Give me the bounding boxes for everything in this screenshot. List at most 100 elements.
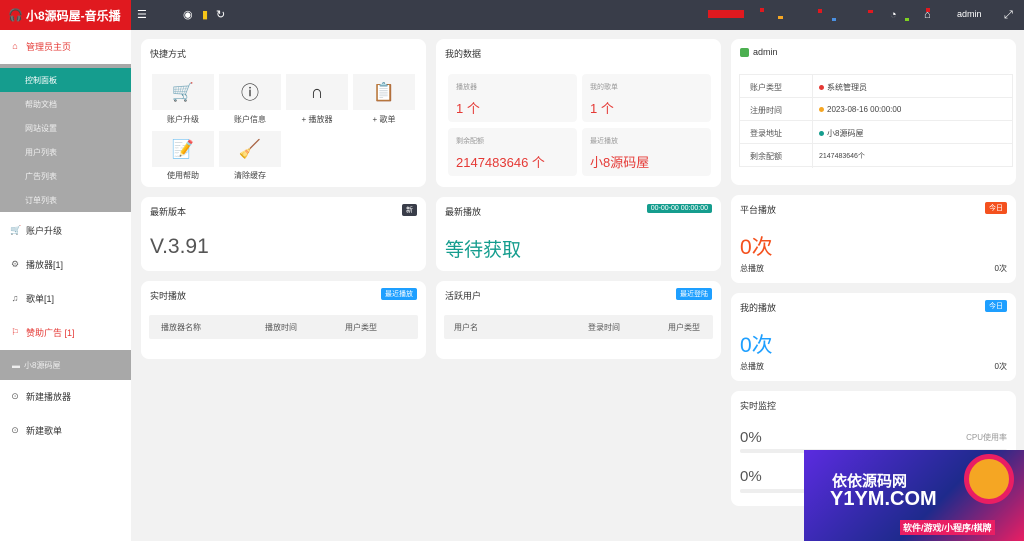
light-icon: ▮: [202, 9, 209, 21]
data-box-recent[interactable]: 最近播放 小8源码屋: [582, 128, 711, 176]
data-box-quota[interactable]: 剩余配额 2147483646 个: [448, 128, 577, 176]
latest-play-card: 最新播放 00-00-00 00:00:00 等待获取: [436, 197, 721, 271]
sidebar-sub-help[interactable]: 帮助文档: [0, 92, 131, 116]
app-logo[interactable]: 🎧 小8源码屋-音乐播: [0, 0, 131, 30]
profile-value: 小8源码屋: [812, 121, 1014, 145]
sidebar-item-upgrade[interactable]: 🛒 账户升级: [0, 218, 131, 242]
refresh-icon[interactable]: ↻: [216, 8, 225, 22]
sidebar-item-sponsor-ads[interactable]: ⚐ 赞助广告 [1]: [0, 320, 131, 344]
my-play-value: 0次: [740, 334, 773, 357]
circle-plus-icon: ⊙: [11, 390, 19, 401]
sidebar-sub-users[interactable]: 用户列表: [0, 140, 131, 164]
profile-row: 账户类型 系统管理员: [739, 74, 1013, 99]
sidebar-sub-dashboard[interactable]: 控制面板: [0, 68, 131, 92]
total-label: 总播放: [740, 264, 764, 273]
quick-label: 清除缓存: [234, 171, 266, 180]
top-bar: 🎧 小8源码屋-音乐播 ☰ ◉ ▮ ↻ ◔ ⌂ admin ⤢: [0, 0, 1024, 30]
table-header: 播放器名称 播放时间 用户类型: [149, 315, 418, 339]
broom-icon: 🧹: [238, 138, 262, 159]
sidebar-item-label: 账户升级: [26, 225, 63, 236]
col-header: 用户类型: [345, 323, 377, 332]
recent-play-badge[interactable]: 最近播放: [381, 288, 417, 300]
quick-add-player-button[interactable]: ∩: [286, 74, 348, 110]
quick-access-card: 快捷方式 🛒 账户升级 ⓘ 账户信息 ∩ + 播放器 📋 + 歌单 📝 使用帮助…: [141, 39, 426, 187]
cart-icon: 🛒: [171, 81, 195, 102]
magnifier-icon: [964, 454, 1014, 504]
data-box-players[interactable]: 播放器 1 个: [448, 74, 577, 122]
col-header: 用户类型: [668, 323, 700, 332]
fullscreen-icon[interactable]: ⤢: [1004, 8, 1013, 22]
card-title: 实时监控: [740, 401, 777, 411]
sidebar-item-label: 新建歌单: [26, 425, 63, 436]
sidebar-item-label: 播放器[1]: [26, 259, 64, 270]
my-play-card: 我的播放 今日 0次 总播放 0次: [731, 293, 1016, 381]
sidebar-item-new-playlist[interactable]: ⊙ 新建歌单: [0, 418, 131, 442]
data-value: 1 个: [590, 101, 614, 116]
profile-value-text: 2023-08-16 00:00:00: [827, 105, 902, 114]
status-dot: [819, 85, 824, 91]
sidebar-sub-orders[interactable]: 订单列表: [0, 188, 131, 212]
total-value: 0次: [994, 264, 1007, 273]
data-box-playlists[interactable]: 我的歌单 1 个: [582, 74, 711, 122]
dashboard-icon[interactable]: ◔: [890, 8, 897, 22]
sidebar-item-admin-home[interactable]: ⌂ 管理员主页: [0, 34, 131, 58]
info-icon: ⓘ: [241, 83, 259, 103]
confetti-decoration: [708, 8, 930, 21]
sidebar-item-label: 歌单[1]: [26, 293, 55, 304]
app-title: 小8源码屋-音乐播: [25, 8, 121, 23]
col-header: 播放器名称: [161, 323, 201, 332]
globe-icon[interactable]: ◉: [183, 8, 193, 22]
version-card: 最新版本 新 V.3.91: [141, 197, 426, 271]
card-title: 实时播放: [150, 291, 187, 301]
tag-icon[interactable]: ⌂: [924, 8, 931, 22]
col-header: 登录时间: [588, 323, 620, 332]
platform-play-value: 0次: [740, 236, 773, 259]
profile-key: 注册时间: [750, 106, 782, 115]
card-title: 我的播放: [740, 303, 777, 313]
help-doc-icon: 📝: [171, 138, 195, 159]
mem-value: 0%: [740, 468, 762, 485]
data-value: 小8源码屋: [590, 155, 650, 170]
quick-label: 账户信息: [234, 115, 266, 124]
quick-account-info-button[interactable]: ⓘ: [219, 74, 281, 110]
data-value: 1 个: [456, 101, 480, 116]
version-value: V.3.91: [150, 235, 209, 258]
recent-login-badge[interactable]: 最近登陆: [676, 288, 712, 300]
data-value: 2147483646 个: [456, 155, 545, 170]
profile-key: 剩余配额: [750, 152, 782, 161]
latest-play-value: 等待获取: [445, 240, 522, 261]
status-dot: [819, 131, 824, 137]
quick-add-playlist-button[interactable]: 📋: [353, 74, 415, 110]
user-name[interactable]: admin: [957, 9, 982, 19]
card-title: 快捷方式: [150, 49, 187, 59]
menu-fold-icon[interactable]: ☰: [137, 8, 147, 22]
quick-help-button[interactable]: 📝: [152, 131, 214, 167]
quick-clear-cache-button[interactable]: 🧹: [219, 131, 281, 167]
home-icon: ⌂: [12, 41, 18, 51]
today-badge: 今日: [985, 202, 1007, 214]
sidebar-section-label: 小8源码屋: [24, 360, 61, 370]
ad-banner[interactable]: 依依源码网 Y1YM.COM 软件/游戏/小程序/棋牌: [804, 450, 1024, 541]
cart-icon: 🛒: [10, 224, 22, 235]
profile-key: 账户类型: [750, 83, 782, 92]
profile-value-text: 系统管理员: [827, 83, 867, 92]
circle-plus-icon: ⊙: [11, 424, 19, 435]
cpu-label: CPU使用率: [966, 433, 1007, 442]
sidebar-item-players[interactable]: ⚙ 播放器[1]: [0, 252, 131, 276]
sidebar-sub-ads[interactable]: 广告列表: [0, 164, 131, 188]
sidebar-item-new-player[interactable]: ⊙ 新建播放器: [0, 384, 131, 408]
quick-upgrade-button[interactable]: 🛒: [152, 74, 214, 110]
profile-key: 登录地址: [750, 129, 782, 138]
ad-line2: Y1YM.COM: [830, 488, 937, 510]
card-title: 活跃用户: [445, 291, 482, 301]
gear-icon: ⚙: [10, 258, 20, 269]
image-icon: ▬: [12, 360, 20, 370]
sidebar-section[interactable]: ▬ 小8源码屋: [0, 350, 131, 380]
active-users-card: 活跃用户 最近登陆 用户名 登录时间 用户类型: [436, 281, 721, 359]
sidebar-sub-settings[interactable]: 网站设置: [0, 116, 131, 140]
data-label: 最近播放: [590, 138, 618, 145]
new-badge: 新: [402, 204, 417, 216]
profile-value-text: 小8源码屋: [827, 129, 864, 138]
flag-icon: ⚐: [10, 326, 20, 337]
sidebar-item-playlists[interactable]: ♫ 歌单[1]: [0, 286, 131, 310]
